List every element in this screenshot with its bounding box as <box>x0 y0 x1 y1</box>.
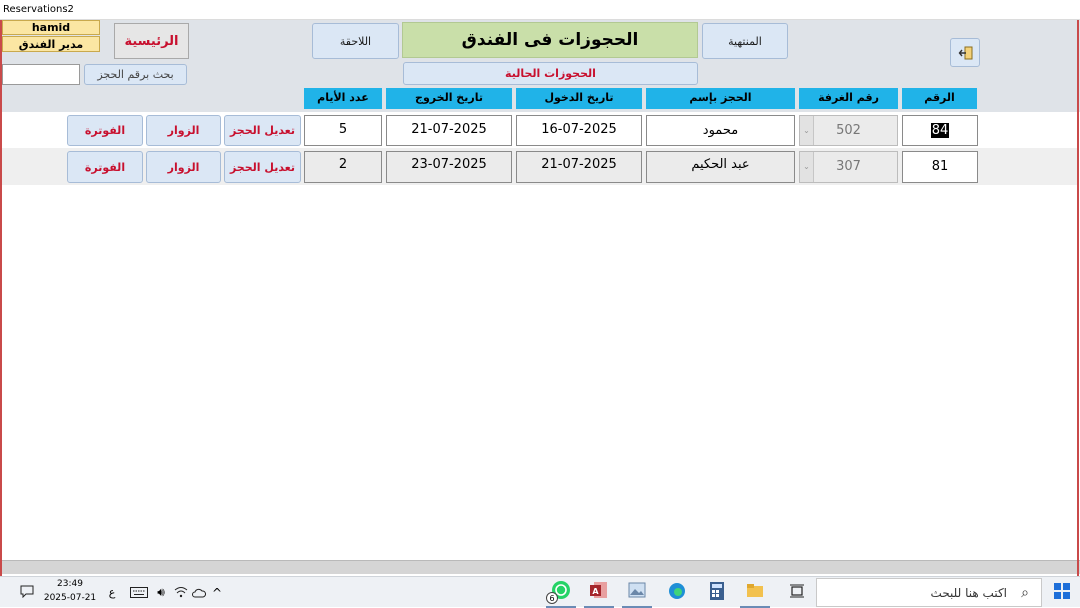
onedrive-button[interactable] <box>190 577 208 608</box>
whatsapp-app[interactable]: 6 <box>546 577 576 608</box>
chevron-up-icon: ^ <box>211 585 223 600</box>
page-title: الحجوزات فى الفندق <box>402 22 698 58</box>
show-hidden-icons-button[interactable]: ^ <box>208 577 226 608</box>
column-header-room: رقم الغرفة <box>799 88 898 109</box>
notification-badge: 6 <box>546 592 558 604</box>
guest-name-field[interactable]: عبد الحكيم <box>646 151 795 183</box>
column-header-checkout: تاريخ الخروج <box>386 88 512 109</box>
user-role: مدير الفندق <box>2 36 100 52</box>
search-by-booking-button[interactable]: بحث برقم الحجز <box>84 64 187 85</box>
room-value: 307 <box>836 159 861 174</box>
ref-field[interactable]: 81 <box>902 151 978 183</box>
network-button[interactable] <box>172 577 190 608</box>
volume-button[interactable]: 🔊︎ <box>151 577 171 608</box>
input-language-button[interactable]: ع <box>104 577 120 608</box>
form-footer-bar <box>0 560 1080 574</box>
photos-icon <box>628 582 646 602</box>
days-field[interactable]: 5 <box>304 115 382 146</box>
room-value: 502 <box>836 123 861 138</box>
windows-start-icon <box>1053 582 1070 603</box>
invoice-button[interactable]: الفوترة <box>67 151 143 183</box>
taskbar-search-placeholder: اكتب هنا للبحث <box>930 586 1007 600</box>
booking-search-input[interactable] <box>2 64 80 85</box>
edge-icon <box>668 582 686 604</box>
exit-icon <box>958 45 974 64</box>
clock-time[interactable]: 23:49 <box>42 579 98 593</box>
access-app[interactable]: A <box>584 577 614 608</box>
invoice-button[interactable]: الفوترة <box>67 115 143 146</box>
speaker-icon: 🔊︎ <box>157 585 165 599</box>
calculator-icon <box>710 581 724 604</box>
window-border-left <box>0 20 2 576</box>
checkout-field[interactable]: 21-07-2025 <box>386 115 512 146</box>
exit-button[interactable] <box>950 38 980 67</box>
guest-name-field[interactable]: محمود <box>646 115 795 146</box>
table-row: 84 502 ⌄ محمود 16-07-2025 21-07-2025 5 ت… <box>2 112 1077 148</box>
keyboard-icon <box>130 584 148 602</box>
taskbar-search-box[interactable]: اكتب هنا للبحث ⌕ <box>816 578 1042 607</box>
task-view-icon <box>790 584 804 602</box>
notifications-button[interactable] <box>14 577 40 608</box>
visitors-button[interactable]: الزوار <box>146 151 221 183</box>
wifi-icon <box>174 584 188 602</box>
checkout-field[interactable]: 23-07-2025 <box>386 151 512 183</box>
clock-date[interactable]: 2025-07-21 <box>42 593 98 607</box>
image-viewer-app[interactable] <box>622 577 652 608</box>
edit-booking-button[interactable]: تعديل الحجز <box>224 151 301 183</box>
user-name: hamid <box>2 20 100 35</box>
room-combobox[interactable]: 307 ⌄ <box>799 151 898 183</box>
cloud-icon <box>192 584 207 602</box>
next-bookings-button[interactable]: اللاحقة <box>312 23 399 59</box>
window-title: Reservations2 <box>0 0 1080 20</box>
search-icon: ⌕ <box>1021 585 1029 601</box>
calculator-app[interactable] <box>702 577 732 608</box>
home-button[interactable]: الرئيسية <box>114 23 189 59</box>
touch-keyboard-button[interactable] <box>128 577 150 608</box>
file-explorer-app[interactable] <box>740 577 770 608</box>
column-header-days: عدد الأيام <box>304 88 382 109</box>
column-header-name: الحجز بإسم <box>646 88 795 109</box>
visitors-button[interactable]: الزوار <box>146 115 221 146</box>
finished-bookings-button[interactable]: المنتهية <box>702 23 788 59</box>
column-header-checkin: تاريخ الدخول <box>516 88 642 109</box>
taskbar: اكتب هنا للبحث ⌕ A 6 ^ 🔊︎ ع 23:49 2025-0… <box>0 576 1080 608</box>
folder-icon <box>746 582 764 602</box>
notification-center-icon <box>20 584 34 602</box>
days-field[interactable]: 2 <box>304 151 382 183</box>
edge-browser-app[interactable] <box>662 577 692 608</box>
room-combobox[interactable]: 502 ⌄ <box>799 115 898 146</box>
checkin-field[interactable]: 21-07-2025 <box>516 151 642 183</box>
windows-start-button[interactable] <box>1043 577 1080 608</box>
ref-field[interactable]: 84 <box>902 115 978 146</box>
window-border-right <box>1077 20 1079 576</box>
svg-text:A: A <box>592 587 599 596</box>
column-header-ref: الرقم المرجعى <box>902 88 977 124</box>
chevron-down-icon: ⌄ <box>800 116 814 145</box>
access-icon: A <box>590 581 608 603</box>
chevron-down-icon: ⌄ <box>800 152 814 182</box>
current-bookings-tab[interactable]: الحجوزات الحالية <box>403 62 698 85</box>
task-view-button[interactable] <box>785 577 809 608</box>
edit-booking-button[interactable]: تعديل الحجز <box>224 115 301 146</box>
ref-value: 84 <box>930 123 950 138</box>
table-row: 81 307 ⌄ عبد الحكيم 21-07-2025 23-07-202… <box>2 148 1077 185</box>
checkin-field[interactable]: 16-07-2025 <box>516 115 642 146</box>
